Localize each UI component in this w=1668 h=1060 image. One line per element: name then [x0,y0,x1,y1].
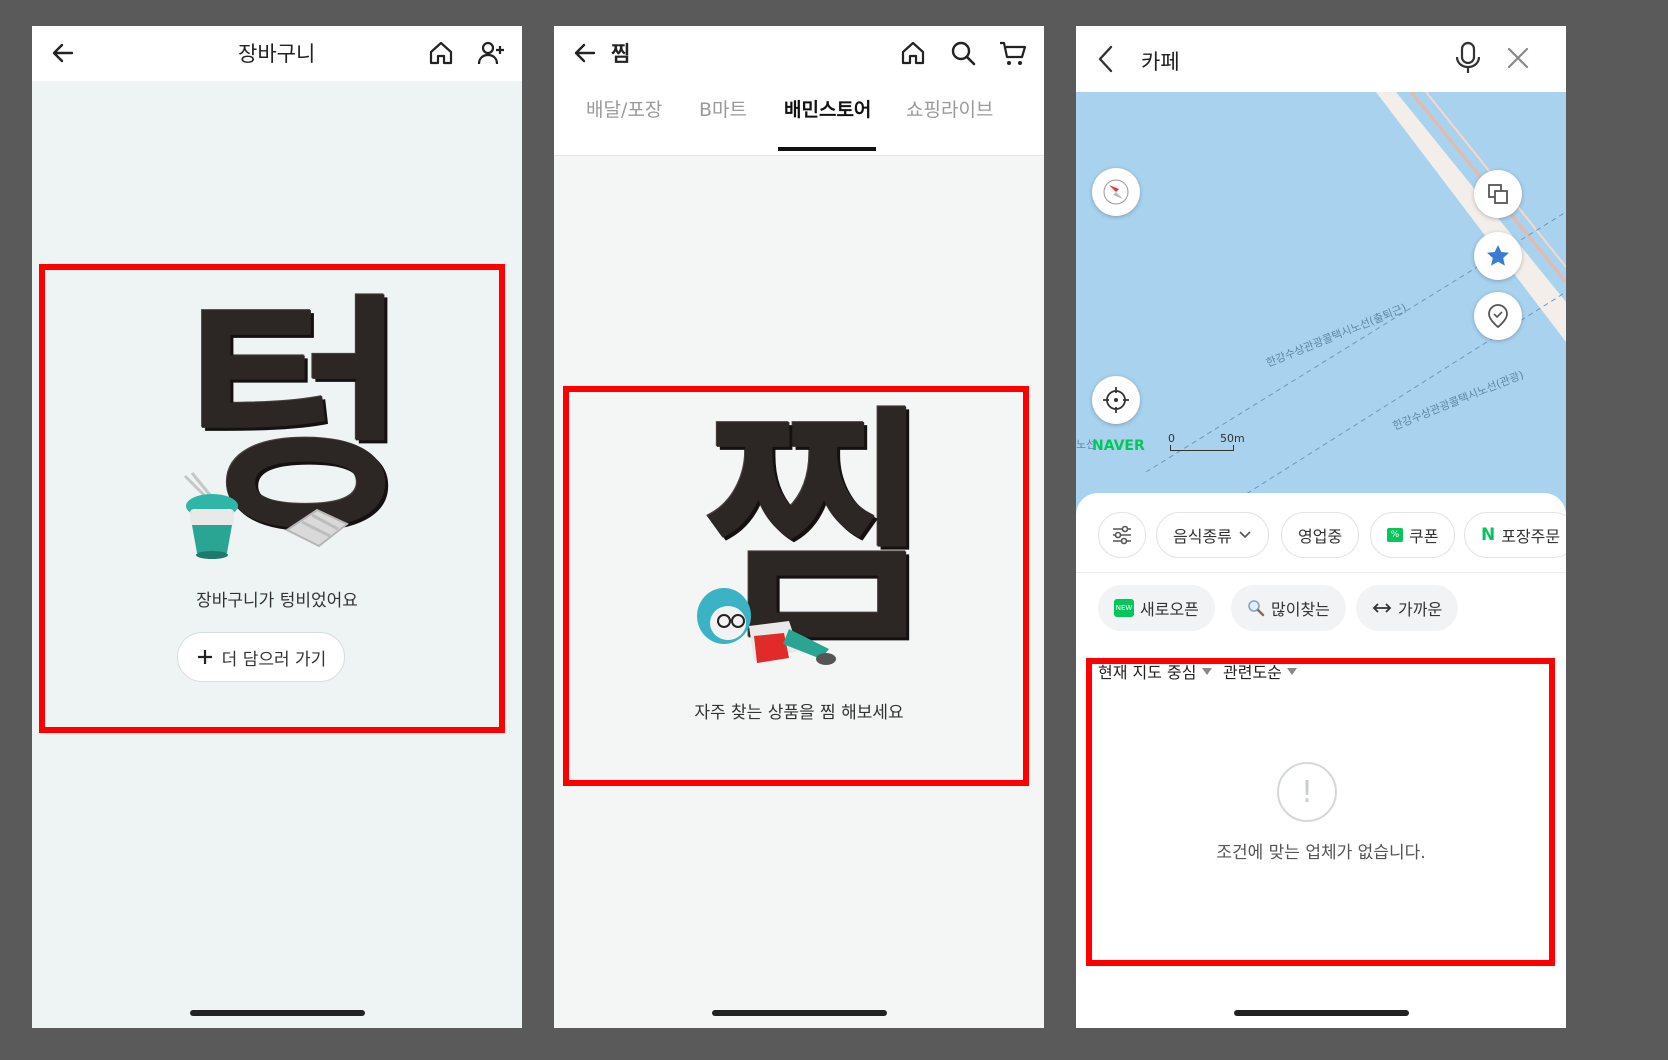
search-icon[interactable] [949,39,977,67]
map-pin-icon [1488,304,1508,329]
popular-chip[interactable]: 많이찾는 [1231,585,1346,631]
filter-settings-button[interactable] [1098,512,1146,558]
open-now-label: 영업중 [1298,527,1343,546]
nearby-chip[interactable]: 가까운 [1356,585,1459,631]
layers-icon [1488,184,1508,204]
naver-n-icon: N [1481,525,1496,545]
search-input[interactable]: 카페 [1141,46,1180,76]
popular-label: 많이찾는 [1271,600,1330,619]
tab-delivery[interactable]: 배달/포장 [586,95,662,122]
new-badge-icon: NEW [1114,599,1134,617]
new-open-chip[interactable]: NEW 새로오픈 [1098,585,1215,631]
home-indicator [1234,1010,1409,1016]
highlight-box-wishlist [563,386,1029,786]
tab-bmart[interactable]: B마트 [699,95,747,122]
scale-distance: 50m [1220,432,1245,445]
open-now-chip[interactable]: 영업중 [1281,512,1360,558]
home-indicator [712,1010,887,1016]
scale-bar [1170,445,1234,451]
coupon-badge-icon: % [1387,528,1403,542]
favorites-button[interactable] [1474,232,1522,280]
scale-zero: 0 [1168,432,1175,445]
compass-button[interactable] [1092,168,1140,216]
new-open-label: 새로오픈 [1140,600,1199,619]
back-arrow-icon[interactable] [572,40,598,66]
current-location-button[interactable] [1092,376,1140,424]
category-tabs: 배달/포장 B마트 배민스토어 쇼핑라이브 [554,81,1044,156]
home-indicator [190,1010,365,1016]
naver-logo: NAVER [1092,438,1145,454]
chevron-down-icon [1239,531,1251,539]
highlight-box-cart [39,264,505,733]
food-type-label: 음식종류 [1173,527,1232,546]
add-user-icon[interactable] [476,39,506,67]
food-type-chip[interactable]: 음식종류 [1156,512,1269,558]
crosshair-icon [1103,387,1129,413]
magnifier-icon [1248,600,1265,617]
tab-shopping-live[interactable]: 쇼핑라이브 [906,95,993,122]
home-icon[interactable] [427,39,455,67]
microphone-icon[interactable] [1454,41,1482,75]
coupon-chip[interactable]: % 쿠폰 [1370,512,1456,558]
close-icon[interactable] [1506,46,1530,70]
star-icon [1487,245,1509,266]
takeout-order-chip[interactable]: N 포장주문 [1464,512,1566,558]
coupon-label: 쿠폰 [1409,527,1439,546]
tab-baemin-store[interactable]: 배민스토어 [784,95,871,122]
active-tab-indicator [778,147,876,151]
home-icon[interactable] [899,39,927,67]
page-title: 장바구니 [238,42,316,66]
wishlist-header: 찜 [554,26,1044,81]
search-header: 카페 [1076,26,1566,92]
sliders-icon [1113,525,1131,545]
layers-button[interactable] [1474,170,1522,218]
nearby-label: 가까운 [1398,600,1443,619]
map-view[interactable]: 한강수상관광콜택시노선(출퇴근) 한강수상관광콜택시노선(관광) 노선 NAVE… [1076,92,1566,542]
left-right-arrow-icon [1372,603,1392,613]
page-title: 찜 [611,42,631,66]
takeout-order-label: 포장주문 [1501,527,1561,546]
back-arrow-icon[interactable] [50,40,76,66]
compass-icon [1103,179,1129,205]
highlight-box-map-results [1086,658,1555,966]
cart-header: 장바구니 [32,26,522,81]
divider [1076,572,1566,573]
back-chevron-icon[interactable] [1096,44,1116,74]
place-marker-button[interactable] [1474,292,1522,340]
cart-icon[interactable] [998,39,1028,67]
